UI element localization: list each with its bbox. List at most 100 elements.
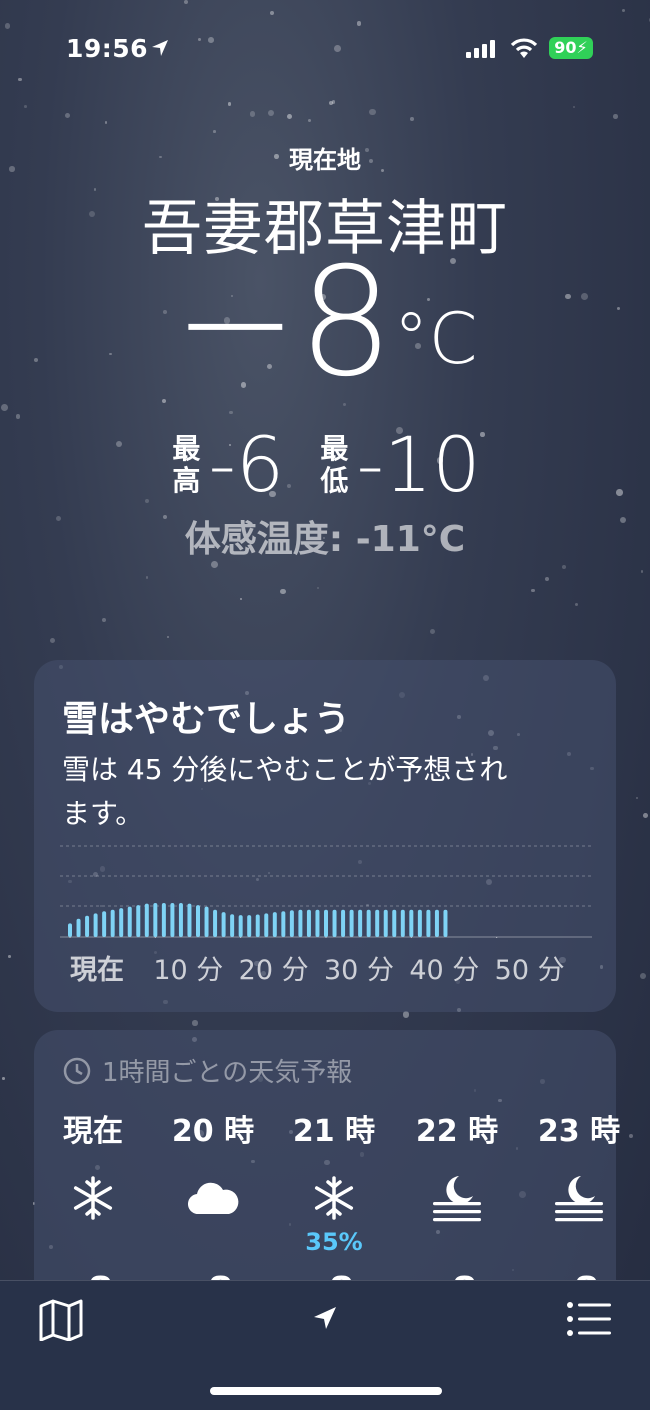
hour-label: 20 時 [171, 1114, 255, 1149]
low-label-line1: 最 [320, 432, 349, 465]
snowflake-particle [331, 100, 336, 104]
snowflake-particle [269, 10, 274, 16]
hour-label: 現在 [63, 1114, 123, 1149]
precip-title: 雪はやむでしょう [62, 699, 351, 740]
precip-bar [298, 909, 303, 937]
low-label: 最低 [317, 433, 351, 497]
snowflake-particle [402, 1011, 410, 1019]
precipitation-card[interactable]: 雪はやむでしょう 雪は 45 分後にやむことが予想されます。 現在 10 分 20 … [34, 660, 616, 1012]
snowflake-particle [229, 410, 233, 415]
precip-bar [161, 903, 166, 937]
precip-bar [306, 909, 311, 937]
high-value: -6 [208, 420, 285, 509]
high-low: 最高 -6 最低 -10 [0, 425, 650, 505]
snowflake-particle [316, 586, 319, 589]
precip-bar [153, 903, 158, 937]
battery-level: 90 [554, 38, 577, 57]
low-value: -10 [356, 420, 481, 509]
precip-bar [417, 909, 422, 937]
chart-tick-label: 現在 [70, 955, 124, 986]
snowflake-particle [429, 628, 435, 634]
precip-bar [68, 923, 72, 937]
chart-tick-label: 40 分 [409, 955, 480, 986]
precip-bar [255, 914, 260, 937]
snowflake-particle [239, 597, 243, 600]
precip-bar [426, 909, 431, 937]
chart-tick-label: 10 分 [153, 955, 224, 986]
snowflake-particle [621, 8, 625, 13]
hourly-header: 1時間ごとの天気予報 [62, 1052, 352, 1089]
hour-label: 23 時 [537, 1114, 621, 1149]
precip-bar [136, 905, 141, 937]
snowflake-particle [1, 1077, 5, 1081]
precip-bar [264, 913, 269, 937]
precip-bar [204, 906, 209, 937]
precip-chance: 35% [305, 1228, 363, 1256]
clock-icon [63, 1057, 91, 1084]
snowflake-particle [635, 796, 638, 799]
snowflake-particle [166, 635, 170, 638]
precip-bar [409, 909, 414, 937]
precip-bar [383, 909, 388, 937]
hour-label: 21 時 [292, 1114, 376, 1149]
snowflake-icon [38, 1168, 148, 1228]
high-label: 最高 [169, 433, 203, 497]
current-location-icon[interactable] [312, 1305, 338, 1331]
precip-bar [119, 908, 124, 937]
precip-bar [281, 911, 286, 937]
snowflake-particle [213, 130, 216, 134]
precip-bar [392, 909, 397, 937]
low-label-line2: 低 [320, 464, 349, 497]
precip-bar [221, 912, 226, 937]
chart-tick-label: 50 分 [494, 955, 565, 986]
list-icon[interactable] [566, 1301, 612, 1337]
precip-bar [289, 910, 294, 937]
precip-chance [402, 1228, 512, 1256]
precip-bar [324, 909, 328, 937]
precip-bar [170, 903, 175, 937]
precip-bar [213, 909, 218, 937]
snowflake-particle [329, 100, 334, 105]
snowflake-icon [279, 1168, 389, 1228]
chart-tick-label: 30 分 [324, 955, 394, 986]
snowflake-particle [286, 114, 292, 120]
hourly-title: 1時間ごとの天気予報 [102, 1058, 353, 1088]
current-temperature: −8°C [0, 248, 650, 398]
precip-chart: 現在 10 分 20 分 30 分 40 分 50 分 [60, 838, 592, 986]
precip-bar [238, 915, 243, 937]
snowflake-particle [145, 576, 149, 580]
chart-tick-label: 20 分 [238, 955, 309, 986]
snowflake-particle [572, 106, 576, 109]
charging-bolt-icon: ⚡ [576, 38, 588, 57]
current-location-label: 現在地 [289, 146, 361, 174]
precip-bar [375, 909, 380, 937]
snowflake-particle [184, 0, 189, 5]
precip-chance [38, 1228, 148, 1256]
snowflake-particle [308, 118, 312, 122]
temperature-value: −8 [172, 236, 394, 410]
precip-bar [315, 909, 320, 937]
snowflake-particle [64, 112, 70, 119]
precip-bar [400, 909, 405, 937]
cloud-icon [158, 1168, 268, 1228]
precip-bar [332, 909, 337, 937]
snowflake-particle [24, 104, 28, 108]
map-icon[interactable] [38, 1299, 84, 1341]
precip-bar [102, 911, 107, 937]
feels-like: 体感温度: -11°C [184, 519, 466, 560]
snowflake-particle [104, 121, 108, 124]
precip-bar [434, 909, 439, 937]
high-label-line1: 最 [172, 432, 201, 465]
snowflake-particle [409, 117, 414, 121]
status-bar: 19:56 90⚡ [0, 34, 650, 64]
precip-bar [341, 909, 346, 937]
snowflake-particle [531, 588, 535, 593]
cellular-signal-icon [466, 40, 495, 58]
snowflake-particle [1, 404, 8, 411]
precip-bar [443, 909, 448, 937]
precip-chance [524, 1228, 634, 1256]
snowflake-particle [369, 108, 376, 116]
precip-chance [158, 1228, 268, 1256]
snowflake-particle [17, 77, 22, 82]
precip-description: 雪は 45 分後にやむことが予想されます。 [62, 753, 508, 830]
